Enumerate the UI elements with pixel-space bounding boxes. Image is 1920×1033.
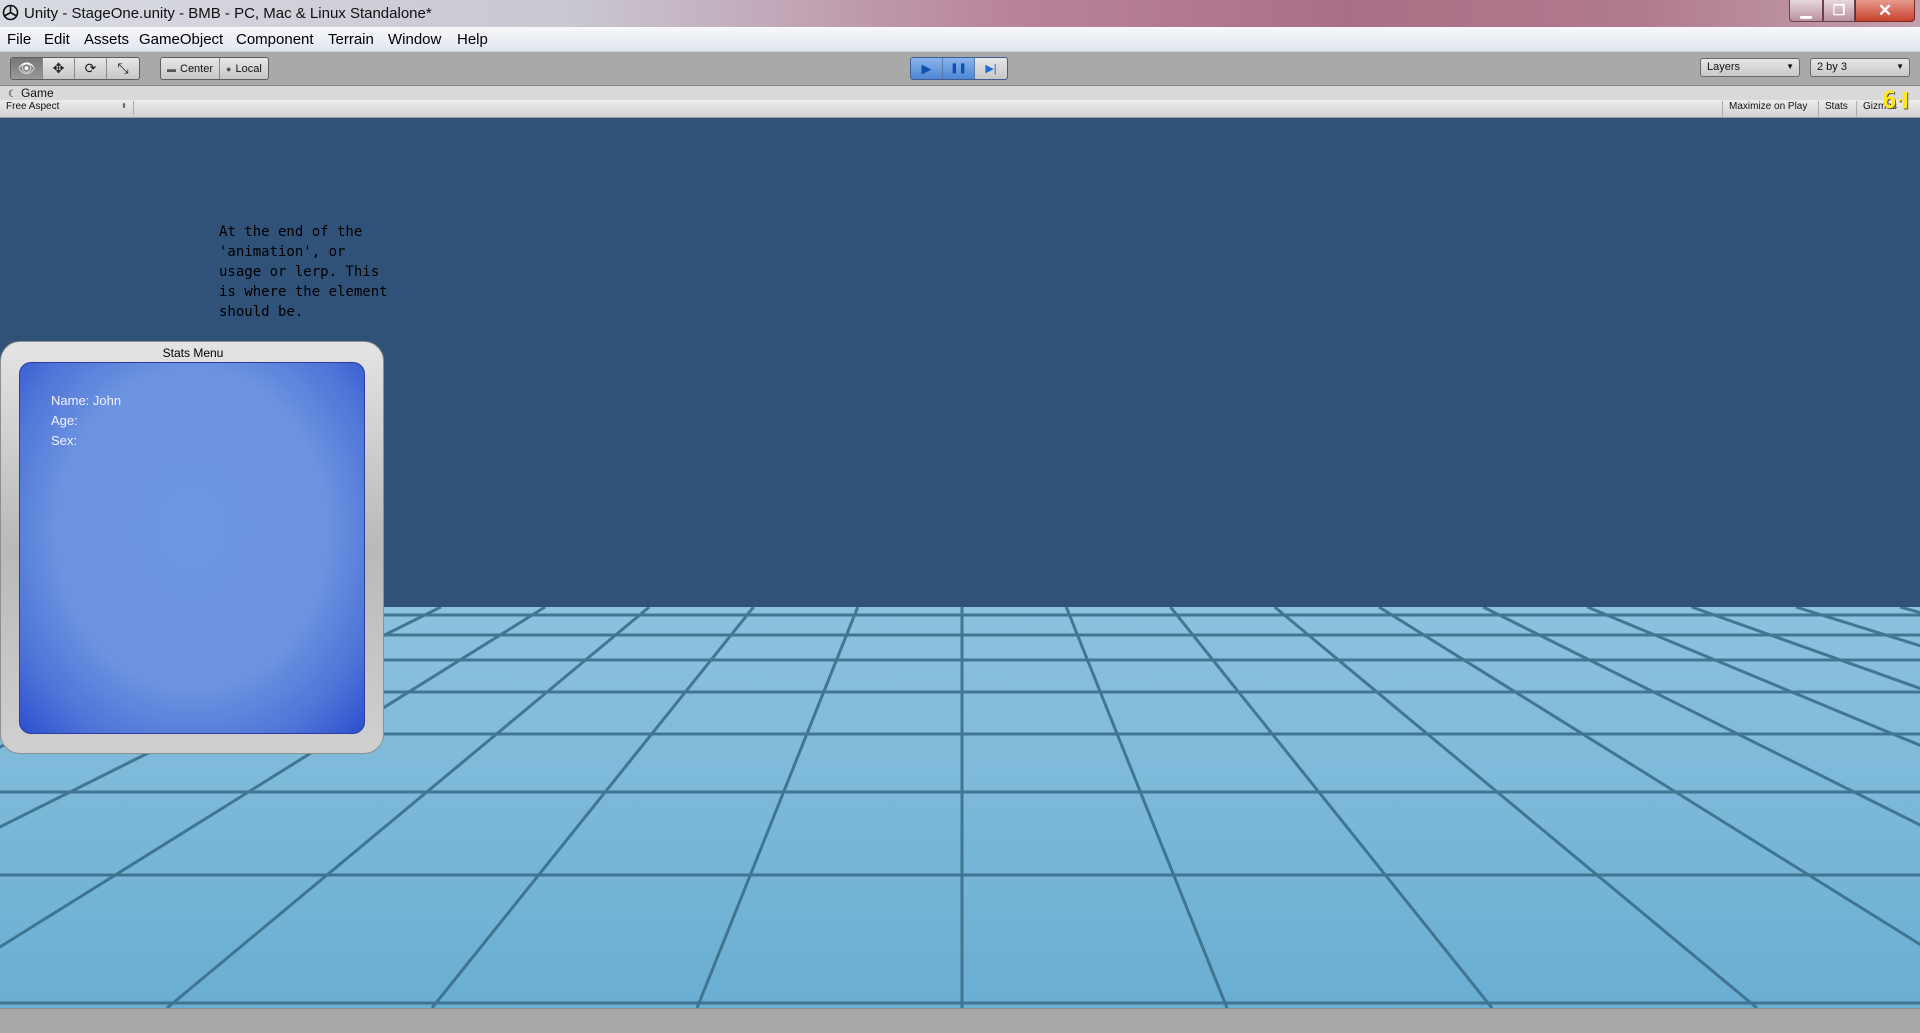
restore-icon: ❐: [1832, 2, 1846, 18]
eye-icon: 👁: [17, 60, 36, 76]
aspect-label: Free Aspect: [6, 101, 60, 112]
scale-tool-button[interactable]: ⤡: [107, 58, 139, 79]
close-button[interactable]: ✕: [1855, 0, 1915, 22]
stats-menu-title: Stats Menu: [162, 346, 224, 360]
pause-icon: ❚❚: [950, 63, 967, 74]
step-icon: ▶|: [985, 63, 997, 75]
layers-label: Layers: [1707, 61, 1741, 73]
chevron-updown-icon: ⬍: [121, 103, 127, 110]
pivot-center-button[interactable]: ▬ Center: [161, 58, 221, 79]
layout-dropdown[interactable]: 2 by 3 ▼: [1810, 58, 1910, 77]
chevron-down-icon: ▼: [1786, 62, 1794, 71]
minimize-button[interactable]: ▁: [1789, 0, 1823, 22]
rotate-icon: ⟳: [84, 60, 97, 76]
local-space-icon: ●: [226, 63, 232, 74]
pivot-icon: ▬: [167, 63, 176, 74]
window-title: Unity - StageOne.unity - BMB - PC, Mac &…: [24, 5, 432, 22]
layers-dropdown[interactable]: Layers ▼: [1700, 58, 1800, 77]
game-viewport[interactable]: At the end of the 'animation', or usage …: [0, 118, 1920, 1008]
menu-gameobject[interactable]: GameObject: [139, 31, 223, 48]
tab-game[interactable]: ☾ Game: [8, 86, 54, 100]
move-icon: ✥: [52, 60, 65, 76]
aspect-dropdown[interactable]: Free Aspect ⬍: [6, 101, 134, 115]
step-button[interactable]: ▶|: [975, 58, 1007, 79]
move-tool-button[interactable]: ✥: [43, 58, 75, 79]
pause-button[interactable]: ❚❚: [943, 58, 975, 79]
pivot-label: Center: [180, 62, 214, 75]
annotation-note: At the end of the 'animation', or usage …: [219, 224, 388, 320]
stat-name: Name: John: [51, 393, 122, 408]
window-title-bar: Unity - StageOne.unity - BMB - PC, Mac &…: [0, 0, 1920, 27]
pivot-local-button[interactable]: ● Local: [220, 58, 268, 79]
main-toolbar: 👁 ✥ ⟳ ⤡ ▬ Center ● Local ▶ ❚❚ ▶| Layers …: [0, 52, 1920, 86]
fps-overlay: 6·▌: [1882, 86, 1911, 114]
minimize-icon: ▁: [1800, 2, 1812, 18]
stats-toggle[interactable]: Stats: [1818, 101, 1854, 116]
space-label: Local: [235, 62, 262, 75]
pivot-toggles: ▬ Center ● Local: [160, 57, 269, 80]
game-tab-bar: ☾ Game: [0, 86, 1920, 100]
hand-tool-button[interactable]: 👁: [11, 58, 43, 79]
transform-tools: 👁 ✥ ⟳ ⤡: [10, 57, 140, 80]
scale-icon: ⤡: [117, 60, 129, 76]
stats-menu-window[interactable]: Stats Menu Name: John Age: Sex:: [0, 341, 384, 754]
stats-menu-panel: Name: John Age: Sex:: [19, 362, 365, 734]
chevron-down-icon: ▼: [1896, 62, 1904, 71]
menu-bar: File Edit Assets GameObject Component Te…: [0, 27, 1920, 52]
play-icon: ▶: [921, 60, 932, 76]
menu-assets[interactable]: Assets: [84, 31, 129, 48]
game-view-controls: Free Aspect ⬍ Maximize on Play Stats Giz…: [0, 100, 1920, 118]
menu-terrain[interactable]: Terrain: [328, 31, 374, 48]
game-tab-label: Game: [20, 86, 54, 100]
layout-label: 2 by 3: [1817, 61, 1847, 73]
stat-age: Age:: [51, 413, 78, 428]
rotate-tool-button[interactable]: ⟳: [75, 58, 107, 79]
play-button[interactable]: ▶: [911, 58, 943, 79]
menu-window[interactable]: Window: [388, 31, 441, 48]
menu-edit[interactable]: Edit: [44, 31, 70, 48]
maximize-on-play-toggle[interactable]: Maximize on Play: [1722, 101, 1813, 116]
status-bar: [0, 1008, 1920, 1033]
game-tab-icon: ☾: [8, 89, 17, 100]
maximize-button[interactable]: ❐: [1823, 0, 1855, 22]
menu-component[interactable]: Component: [236, 31, 314, 48]
menu-help[interactable]: Help: [457, 31, 488, 48]
playback-controls: ▶ ❚❚ ▶|: [910, 57, 1008, 80]
menu-file[interactable]: File: [7, 31, 31, 48]
close-icon: ✕: [1877, 0, 1893, 20]
unity-logo-icon: [2, 4, 19, 21]
stat-sex: Sex:: [51, 433, 78, 448]
